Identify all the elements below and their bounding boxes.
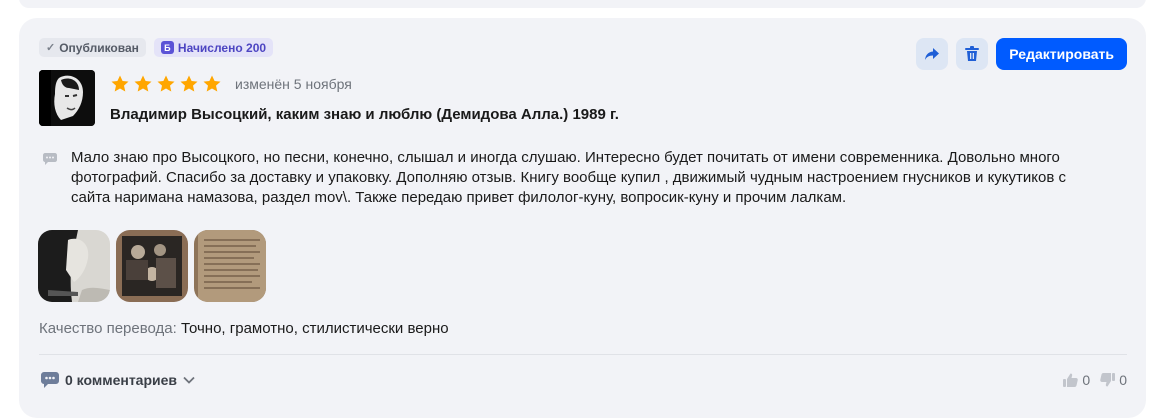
comments-toggle[interactable]: 0 комментариев bbox=[41, 372, 195, 388]
comment-icon bbox=[43, 153, 57, 165]
chevron-down-icon bbox=[183, 376, 195, 384]
review-card: ✓ Опубликован Б Начислено 200 Редактиров… bbox=[19, 18, 1146, 418]
divider bbox=[39, 354, 1127, 355]
share-icon bbox=[925, 48, 940, 60]
badges: ✓ Опубликован Б Начислено 200 bbox=[39, 38, 274, 57]
rating-stars: изменён 5 ноября bbox=[110, 74, 352, 94]
status-badge: ✓ Опубликован bbox=[39, 38, 146, 57]
bonus-icon: Б bbox=[160, 41, 174, 54]
star-icon bbox=[134, 75, 152, 92]
like-button[interactable]: 0 bbox=[1063, 372, 1090, 388]
previous-card-edge bbox=[19, 0, 1146, 8]
dislike-button[interactable]: 0 bbox=[1100, 372, 1127, 388]
status-badge-label: Опубликован bbox=[59, 40, 139, 55]
review-photo[interactable] bbox=[194, 230, 266, 302]
thumb-down-icon bbox=[1100, 373, 1116, 387]
check-icon: ✓ bbox=[46, 42, 56, 54]
bonus-badge-label: Начислено 200 bbox=[177, 40, 267, 55]
edited-date: изменён 5 ноября bbox=[235, 76, 352, 92]
star-icon bbox=[180, 75, 198, 92]
comment-icon bbox=[41, 372, 59, 388]
star-icon bbox=[157, 75, 175, 92]
trash-icon bbox=[965, 46, 980, 61]
review-actions: Редактировать bbox=[916, 38, 1127, 70]
book-title[interactable]: Владимир Высоцкий, каким знаю и люблю (Д… bbox=[110, 106, 619, 123]
comments-label: 0 комментариев bbox=[65, 372, 178, 388]
dislike-count: 0 bbox=[1119, 372, 1127, 388]
thumb-up-icon bbox=[1063, 373, 1079, 387]
book-cover-image bbox=[39, 70, 95, 126]
share-button[interactable] bbox=[916, 38, 949, 70]
star-icon bbox=[111, 75, 129, 92]
like-count: 0 bbox=[1082, 372, 1091, 388]
review-photo[interactable] bbox=[116, 230, 188, 302]
bonus-badge: Б Начислено 200 bbox=[153, 38, 274, 57]
star-icon bbox=[203, 75, 221, 92]
review-text: Мало знаю про Высоцкого, но песни, конеч… bbox=[71, 149, 1066, 206]
book-cover[interactable] bbox=[39, 70, 95, 126]
quality-label: Качество перевода: bbox=[39, 320, 177, 337]
review-photos bbox=[38, 230, 266, 302]
delete-button[interactable] bbox=[956, 38, 989, 70]
review-photo[interactable] bbox=[38, 230, 110, 302]
edit-button[interactable]: Редактировать bbox=[996, 38, 1127, 70]
translation-quality: Качество перевода: Точно, грамотно, стил… bbox=[39, 320, 449, 337]
photo-group bbox=[116, 230, 188, 302]
votes: 0 0 bbox=[1063, 372, 1127, 388]
photo-portrait bbox=[38, 230, 110, 302]
quality-value: Точно, грамотно, стилистически верно bbox=[180, 320, 449, 337]
photo-page bbox=[194, 230, 266, 302]
